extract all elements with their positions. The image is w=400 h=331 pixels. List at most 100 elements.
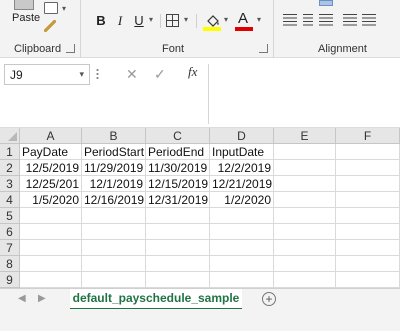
column-header-d[interactable]: D	[210, 128, 274, 144]
borders-dropdown-icon[interactable]: ▾	[184, 15, 188, 24]
cell-b2[interactable]: 11/29/2019	[82, 160, 146, 176]
cell-b3[interactable]: 12/1/2019	[82, 176, 146, 192]
cell-e9[interactable]	[274, 272, 336, 288]
font-color-icon[interactable]: A	[238, 10, 248, 27]
row-header-1[interactable]: 1	[0, 144, 20, 160]
select-all-button[interactable]	[0, 128, 20, 144]
enter-icon[interactable]: ✓	[154, 66, 166, 83]
insert-function-button[interactable]: fx	[188, 64, 197, 80]
format-painter-icon[interactable]	[44, 20, 56, 32]
bold-button[interactable]: B	[93, 12, 109, 30]
cell-f1[interactable]	[336, 144, 400, 160]
cell-f2[interactable]	[336, 160, 400, 176]
cell-d4[interactable]: 1/2/2020	[210, 192, 274, 208]
cell-e5[interactable]	[274, 208, 336, 224]
cell-f3[interactable]	[336, 176, 400, 192]
paste-button[interactable]: Paste	[12, 12, 40, 24]
cell-d3[interactable]: 12/21/2019	[210, 176, 274, 192]
row-header-8[interactable]: 8	[0, 256, 20, 272]
cell-b1[interactable]: PeriodStart	[82, 144, 146, 160]
align-right-icon[interactable]	[319, 14, 333, 26]
cell-b9[interactable]	[82, 272, 146, 288]
copy-dropdown-icon[interactable]: ▾	[62, 4, 66, 13]
cell-d6[interactable]	[210, 224, 274, 240]
cell-e1[interactable]	[274, 144, 336, 160]
cell-d8[interactable]	[210, 256, 274, 272]
cell-c3[interactable]: 12/15/2019	[146, 176, 210, 192]
column-header-e[interactable]: E	[274, 128, 336, 144]
cell-e3[interactable]	[274, 176, 336, 192]
cell-c9[interactable]	[146, 272, 210, 288]
cell-a5[interactable]	[20, 208, 82, 224]
column-header-a[interactable]: A	[20, 128, 82, 144]
top-align-icon[interactable]	[319, 0, 333, 6]
next-sheet-icon[interactable]: ▶	[38, 293, 46, 304]
cell-a7[interactable]	[20, 240, 82, 256]
row-header-6[interactable]: 6	[0, 224, 20, 240]
cell-e4[interactable]	[274, 192, 336, 208]
row-header-9[interactable]: 9	[0, 272, 20, 288]
cell-c5[interactable]	[146, 208, 210, 224]
underline-button[interactable]: U	[131, 12, 147, 30]
align-left-icon[interactable]	[283, 14, 297, 26]
column-header-f[interactable]: F	[336, 128, 400, 144]
row-header-7[interactable]: 7	[0, 240, 20, 256]
italic-button[interactable]: I	[112, 12, 128, 30]
row-header-3[interactable]: 3	[0, 176, 20, 192]
clipboard-dialog-launcher-icon[interactable]	[66, 44, 75, 53]
row-header-5[interactable]: 5	[0, 208, 20, 224]
name-box[interactable]: J9 ▾	[4, 64, 90, 85]
cell-c1[interactable]: PeriodEnd	[146, 144, 210, 160]
cell-f9[interactable]	[336, 272, 400, 288]
cell-f8[interactable]	[336, 256, 400, 272]
row-header-2[interactable]: 2	[0, 160, 20, 176]
cell-d2[interactable]: 12/2/2019	[210, 160, 274, 176]
fill-color-dropdown-icon[interactable]: ▾	[224, 15, 228, 24]
cell-e2[interactable]	[274, 160, 336, 176]
cell-c6[interactable]	[146, 224, 210, 240]
cell-d1[interactable]: InputDate	[210, 144, 274, 160]
name-box-dropdown-icon[interactable]: ▾	[79, 69, 84, 80]
column-header-b[interactable]: B	[82, 128, 146, 144]
cell-a9[interactable]	[20, 272, 82, 288]
column-header-c[interactable]: C	[146, 128, 210, 144]
cell-b8[interactable]	[82, 256, 146, 272]
cell-c7[interactable]	[146, 240, 210, 256]
cell-d7[interactable]	[210, 240, 274, 256]
previous-sheet-icon[interactable]: ◀	[18, 293, 26, 304]
cell-e7[interactable]	[274, 240, 336, 256]
cell-a8[interactable]	[20, 256, 82, 272]
cell-c8[interactable]	[146, 256, 210, 272]
cell-c2[interactable]: 11/30/2019	[146, 160, 210, 176]
cell-c4[interactable]: 12/31/2019	[146, 192, 210, 208]
row-header-4[interactable]: 4	[0, 192, 20, 208]
cell-e6[interactable]	[274, 224, 336, 240]
cell-a2[interactable]: 12/5/2019	[20, 160, 82, 176]
cell-b7[interactable]	[82, 240, 146, 256]
decrease-indent-icon[interactable]	[343, 14, 357, 26]
cell-a1[interactable]: PayDate	[20, 144, 82, 160]
fill-color-icon[interactable]	[205, 14, 221, 28]
cancel-icon[interactable]: ✕	[126, 66, 138, 83]
fill-color-swatch[interactable]	[203, 27, 221, 31]
cell-e8[interactable]	[274, 256, 336, 272]
cell-b5[interactable]	[82, 208, 146, 224]
font-color-swatch[interactable]	[235, 27, 253, 31]
worksheet-grid[interactable]: A B C D E F 1 PayDate PeriodStart PeriodEnd InputD…	[0, 128, 400, 288]
cell-b6[interactable]	[82, 224, 146, 240]
formula-bar-grip-icon[interactable]	[96, 68, 99, 80]
align-center-icon[interactable]	[301, 14, 315, 26]
cell-f7[interactable]	[336, 240, 400, 256]
cell-d9[interactable]	[210, 272, 274, 288]
sheet-tab-active[interactable]: default_payschedule_sample	[70, 289, 242, 310]
cell-f6[interactable]	[336, 224, 400, 240]
clipboard-paste-icon[interactable]	[14, 0, 34, 10]
cell-f4[interactable]	[336, 192, 400, 208]
cell-d5[interactable]	[210, 208, 274, 224]
cell-f5[interactable]	[336, 208, 400, 224]
underline-dropdown-icon[interactable]: ▾	[149, 15, 153, 24]
formula-input[interactable]	[208, 64, 400, 124]
borders-icon[interactable]	[166, 14, 179, 27]
cell-a4[interactable]: 1/5/2020	[20, 192, 82, 208]
cell-b4[interactable]: 12/16/2019	[82, 192, 146, 208]
